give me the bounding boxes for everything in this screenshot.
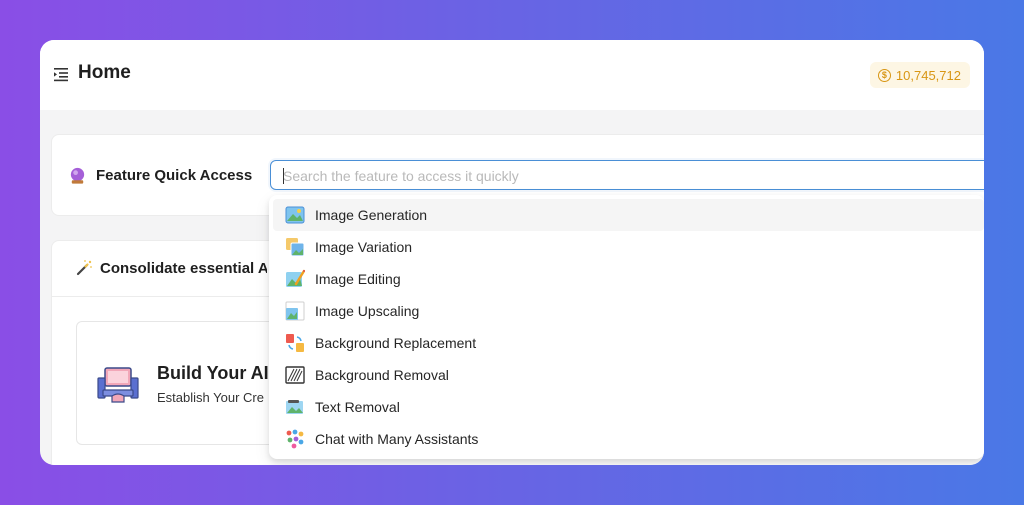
dropdown-item-label: Background Replacement <box>315 335 477 351</box>
dropdown-item-label: Background Removal <box>315 367 449 383</box>
background-replacement-icon <box>286 334 304 352</box>
consolidate-title: Consolidate essential A <box>100 260 267 277</box>
page-title: Home <box>78 62 131 83</box>
dropdown-item-label: Image Upscaling <box>315 303 420 319</box>
credits-badge[interactable]: $ 10,745,712 <box>869 62 970 88</box>
dropdown-item-label: Chat with Many Assistants <box>315 431 479 447</box>
feature-dropdown: Image Generation Image Variation Image E… <box>269 195 984 459</box>
text-removal-icon <box>286 400 303 414</box>
coin-icon: $ <box>877 68 891 82</box>
dropdown-item-image-variation[interactable]: Image Variation <box>273 231 984 263</box>
background-removal-icon <box>285 366 305 384</box>
dropdown-item-label: Image Variation <box>315 239 413 255</box>
dropdown-item-image-editing[interactable]: Image Editing <box>273 263 984 295</box>
crystal-ball-icon <box>70 167 85 184</box>
dropdown-item-label: Image Generation <box>315 207 428 223</box>
dropdown-item-label: Image Editing <box>315 271 401 287</box>
text-caret <box>283 168 284 184</box>
build-card-subtitle: Establish Your Cre <box>157 390 264 405</box>
credits-value: 10,745,712 <box>895 67 961 83</box>
dropdown-item-text-removal[interactable]: Text Removal <box>273 391 984 423</box>
image-generation-icon <box>285 206 305 224</box>
feature-search-field[interactable] <box>270 160 984 190</box>
chat-assistants-icon <box>286 429 304 449</box>
top-bar: Home $ 10,745,712 <box>40 40 984 110</box>
image-variation-icon <box>286 238 305 257</box>
image-upscaling-icon <box>285 301 305 321</box>
dropdown-item-label: Text Removal <box>315 399 400 415</box>
dropdown-item-chat-with-many-assistants[interactable]: Chat with Many Assistants <box>273 423 984 455</box>
dropdown-item-image-generation[interactable]: Image Generation <box>273 199 984 231</box>
feature-search-input[interactable] <box>283 167 983 185</box>
dropdown-item-image-upscaling[interactable]: Image Upscaling <box>273 295 984 327</box>
app-window: Home $ 10,745,712 Feature Quick Access S… <box>40 40 984 465</box>
dropdown-item-background-removal[interactable]: Background Removal <box>273 359 984 391</box>
workstation-icon <box>97 367 139 403</box>
magic-wand-icon <box>76 260 92 276</box>
image-editing-icon <box>286 269 305 287</box>
quick-access-label: Feature Quick Access <box>96 167 253 184</box>
build-card-title: Build Your AI <box>157 363 269 383</box>
menu-collapse-icon[interactable] <box>53 66 69 82</box>
dropdown-item-background-replacement[interactable]: Background Replacement <box>273 327 984 359</box>
